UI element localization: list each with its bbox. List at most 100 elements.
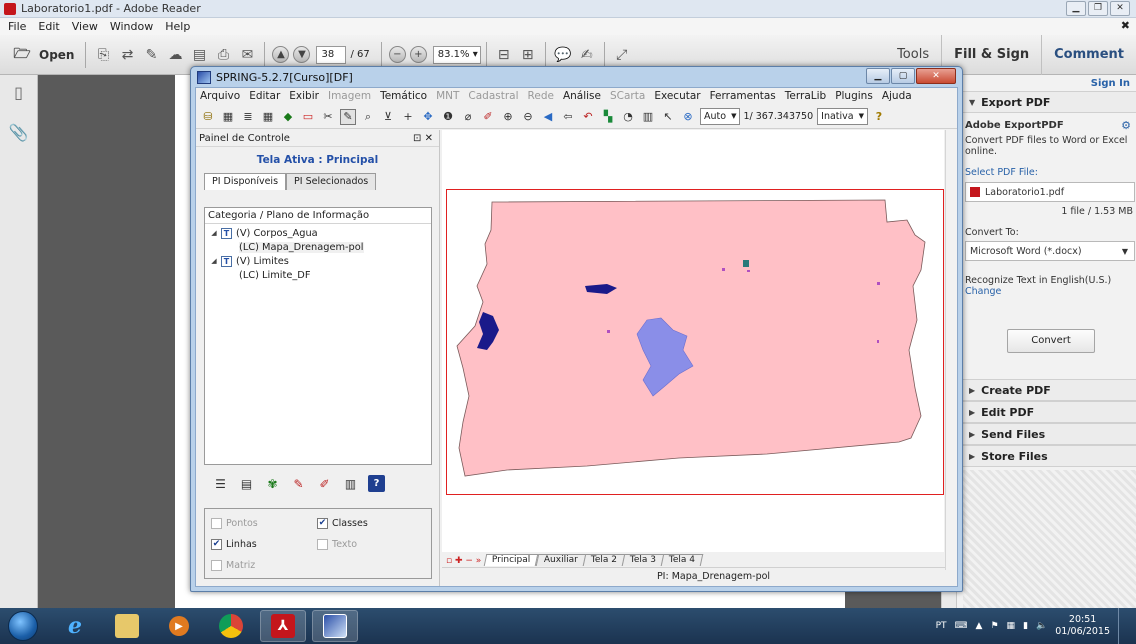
save-icon[interactable]: ▤ [190, 46, 208, 64]
measure-icon[interactable]: ◔ [620, 109, 636, 125]
info-icon[interactable]: ❶ [440, 109, 456, 125]
print-icon[interactable]: ⎙ [214, 46, 232, 64]
draw-screen-icon[interactable]: ✎ [340, 108, 356, 125]
cut-icon[interactable]: ✂ [320, 109, 336, 125]
export-info-icon[interactable]: ⚙ [1121, 119, 1131, 132]
spring-close-button[interactable]: ✕ [916, 68, 956, 84]
water-body-small[interactable] [877, 282, 880, 285]
next-page-icon[interactable]: ▼ [293, 46, 311, 63]
cursor-info-icon[interactable]: ↖ [660, 109, 676, 125]
menu-file[interactable]: File [8, 20, 26, 33]
zoom-out-icon[interactable]: ⊖ [520, 109, 536, 125]
tab-pi-disponiveis[interactable]: PI Disponíveis [204, 173, 287, 190]
draw-icon[interactable]: ◆ [280, 109, 296, 125]
spring-menu-arquivo[interactable]: Arquivo [200, 90, 240, 102]
open-button[interactable]: 🗁 Open [4, 41, 80, 69]
zoom-in-icon[interactable]: + [409, 46, 427, 63]
previous-page-icon[interactable]: ▲ [272, 46, 290, 63]
tab-tela-2[interactable]: Tela 2 [582, 554, 625, 566]
spring-menu-cadastral[interactable]: Cadastral [468, 90, 518, 102]
tree-plan-row[interactable]: (LC) Mapa_Drenagem-pol [205, 240, 431, 254]
pan-icon[interactable]: ✥ [420, 109, 436, 125]
spring-menu-ajuda[interactable]: Ajuda [882, 90, 912, 102]
tab-auxiliar[interactable]: Auxiliar [535, 554, 586, 566]
fit-width-icon[interactable]: ⊞ [519, 46, 537, 64]
edit-pdf-section[interactable]: ▶ Edit PDF [963, 401, 1136, 423]
change-link[interactable]: Change [965, 286, 1136, 297]
undo-icon[interactable]: ↶ [580, 109, 596, 125]
cloud-icon[interactable]: ☁ [166, 46, 184, 64]
link-icon[interactable]: ⊗ [680, 109, 696, 125]
create-icon[interactable]: ⎘ [94, 46, 112, 64]
tree-category-row[interactable]: ◢ T (V) Corpos_Agua [205, 226, 431, 240]
properties-icon[interactable]: ▥ [342, 475, 359, 492]
spring-menu-plugins[interactable]: Plugins [835, 90, 873, 102]
tab-tela-3[interactable]: Tela 3 [621, 554, 665, 566]
texto-checkbox[interactable]: Texto [317, 539, 357, 550]
spring-menu-imagem[interactable]: Imagem [328, 90, 371, 102]
spring-menu-tematico[interactable]: Temático [380, 90, 427, 102]
pin-icon[interactable]: ⊡ [413, 133, 421, 144]
page-number-input[interactable]: 38 [316, 45, 347, 64]
back-icon[interactable]: ⇦ [560, 109, 576, 125]
minimize-button[interactable]: ▁ [1066, 1, 1086, 16]
panel-help-icon[interactable]: ? [368, 475, 385, 492]
zoom-area-icon[interactable]: ⊻ [380, 109, 396, 125]
spring-menu-mnt[interactable]: MNT [436, 90, 459, 102]
classes-checkbox[interactable]: ✔ Classes [317, 518, 368, 529]
spring-minimize-button[interactable]: ▁ [866, 68, 890, 84]
table-icon[interactable]: ▤ [238, 475, 255, 492]
map-canvas[interactable] [442, 130, 944, 552]
taskbar-chrome[interactable] [208, 610, 254, 642]
edit-icon[interactable]: ✎ [142, 46, 160, 64]
spring-menu-analise[interactable]: Análise [563, 90, 601, 102]
previous-zoom-icon[interactable]: ◀ [540, 109, 556, 125]
district-polygon[interactable] [456, 199, 926, 477]
spring-menu-ferramentas[interactable]: Ferramentas [710, 90, 776, 102]
sign-in-link[interactable]: Sign In [1091, 78, 1130, 89]
create-pdf-section[interactable]: ▶ Create PDF [963, 379, 1136, 401]
water-body-small[interactable] [743, 260, 749, 267]
screen-nav-icons[interactable]: ▫ ✚ − » [446, 556, 481, 566]
convert-icon[interactable]: ⇄ [118, 46, 136, 64]
linhas-checkbox[interactable]: ✔ Linhas [211, 539, 257, 550]
tab-tela-4[interactable]: Tela 4 [660, 554, 704, 566]
start-button[interactable] [8, 611, 38, 641]
pencil-icon[interactable]: ✐ [480, 109, 496, 125]
comment-icon[interactable]: 💬 [554, 46, 572, 64]
draw-plan-icon[interactable]: ✐ [316, 475, 333, 492]
edit-plan-icon[interactable]: ✎ [290, 475, 307, 492]
project-icon[interactable]: ▦ [220, 109, 236, 125]
grid-icon[interactable]: ▦ [260, 109, 276, 125]
spring-menu-rede[interactable]: Rede [528, 90, 554, 102]
taskbar-adobe-reader[interactable]: ⅄ [260, 610, 306, 642]
spring-maximize-button[interactable]: ▢ [891, 68, 915, 84]
water-body-small[interactable] [747, 270, 750, 272]
spring-menu-editar[interactable]: Editar [249, 90, 280, 102]
taskbar-explorer[interactable] [104, 610, 150, 642]
clock[interactable]: 20:51 01/06/2015 [1055, 614, 1110, 638]
close-document-icon[interactable]: ✖ [1121, 19, 1130, 32]
select-icon[interactable]: ⌀ [460, 109, 476, 125]
show-hidden-icons[interactable]: ▲ [976, 621, 983, 631]
convert-button[interactable]: Convert [1007, 329, 1095, 353]
zoom-select[interactable]: 83.1% ▾ [432, 45, 481, 64]
zoom-out-icon[interactable]: − [388, 46, 406, 63]
send-files-section[interactable]: ▶ Send Files [963, 423, 1136, 445]
spring-menu-exibir[interactable]: Exibir [289, 90, 319, 102]
menu-view[interactable]: View [72, 20, 98, 33]
store-files-section[interactable]: ▶ Store Files [963, 445, 1136, 467]
help-icon[interactable]: ? [871, 109, 887, 125]
water-body-small[interactable] [607, 330, 610, 333]
list-icon[interactable]: ☰ [212, 475, 229, 492]
water-body-small[interactable] [722, 268, 725, 271]
matriz-checkbox[interactable]: Matriz [211, 560, 255, 571]
menu-help[interactable]: Help [165, 20, 190, 33]
highlight-icon[interactable]: ✍ [578, 46, 596, 64]
expanded-triangle-icon[interactable]: ◢ [209, 229, 219, 237]
water-body-small[interactable] [877, 340, 879, 343]
chart-icon[interactable]: ▥ [640, 109, 656, 125]
comment-tab[interactable]: Comment [1041, 35, 1136, 75]
expanded-triangle-icon[interactable]: ◢ [209, 257, 219, 265]
layers-icon[interactable]: ≣ [240, 109, 256, 125]
